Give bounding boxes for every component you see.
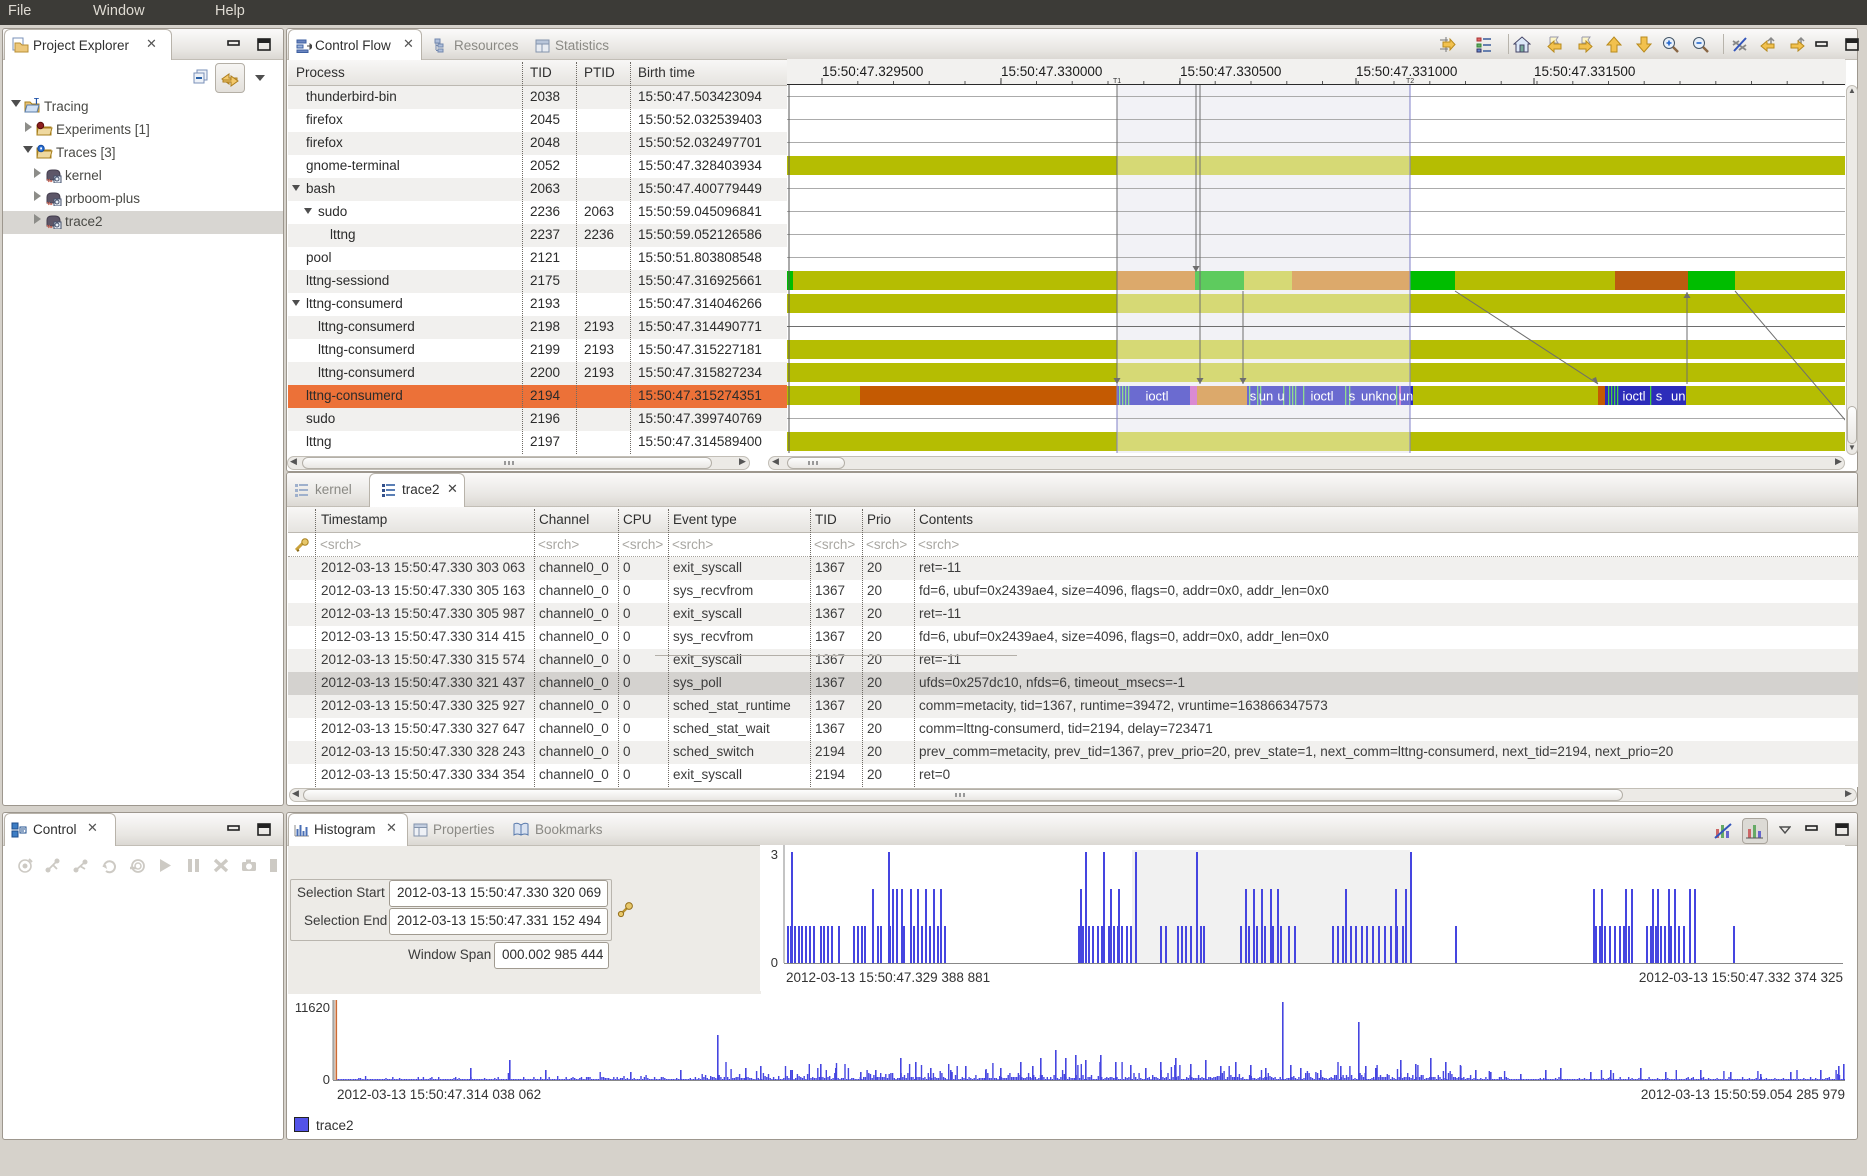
- svg-text:unkno: unkno: [1361, 389, 1396, 404]
- svg-text:2012-03-13 15:50:47.314 038 06: 2012-03-13 15:50:47.314 038 062: [337, 1087, 541, 1102]
- svg-text:15:50:47.330500: 15:50:47.330500: [1180, 64, 1281, 79]
- svg-text:2012-03-13 15:50:47.329 388 88: 2012-03-13 15:50:47.329 388 881: [786, 970, 990, 985]
- svg-text:15:50:47.331500: 15:50:47.331500: [1534, 64, 1635, 79]
- svg-text:s: s: [1656, 389, 1663, 404]
- svg-text:u: u: [1277, 389, 1284, 404]
- svg-text:un: un: [1671, 389, 1685, 404]
- svg-text:T: T: [34, 98, 39, 106]
- svg-text:s: s: [1349, 389, 1356, 404]
- svg-text:15:50:47.330000: 15:50:47.330000: [1001, 64, 1102, 79]
- svg-text:0: 0: [323, 1072, 330, 1087]
- svg-text:s: s: [1250, 389, 1257, 404]
- svg-text:ioctl: ioctl: [1145, 389, 1168, 404]
- svg-text:0: 0: [771, 955, 778, 970]
- svg-text:un: un: [1399, 389, 1413, 404]
- svg-text:ioctl: ioctl: [1310, 389, 1333, 404]
- svg-text:ioctl: ioctl: [1622, 389, 1645, 404]
- svg-text:11620: 11620: [295, 1000, 330, 1015]
- svg-text:15:50:47.329500: 15:50:47.329500: [822, 64, 923, 79]
- svg-text:T1: T1: [1113, 78, 1121, 85]
- svg-text:3: 3: [771, 847, 778, 862]
- svg-text:T2: T2: [1406, 78, 1414, 85]
- svg-text:15:50:47.331000: 15:50:47.331000: [1356, 64, 1457, 79]
- svg-text:un: un: [1259, 389, 1273, 404]
- svg-text:2012-03-13 15:50:59.054 285 97: 2012-03-13 15:50:59.054 285 979: [1641, 1087, 1845, 1102]
- svg-text:2012-03-13 15:50:47.332 374 32: 2012-03-13 15:50:47.332 374 325: [1639, 970, 1843, 985]
